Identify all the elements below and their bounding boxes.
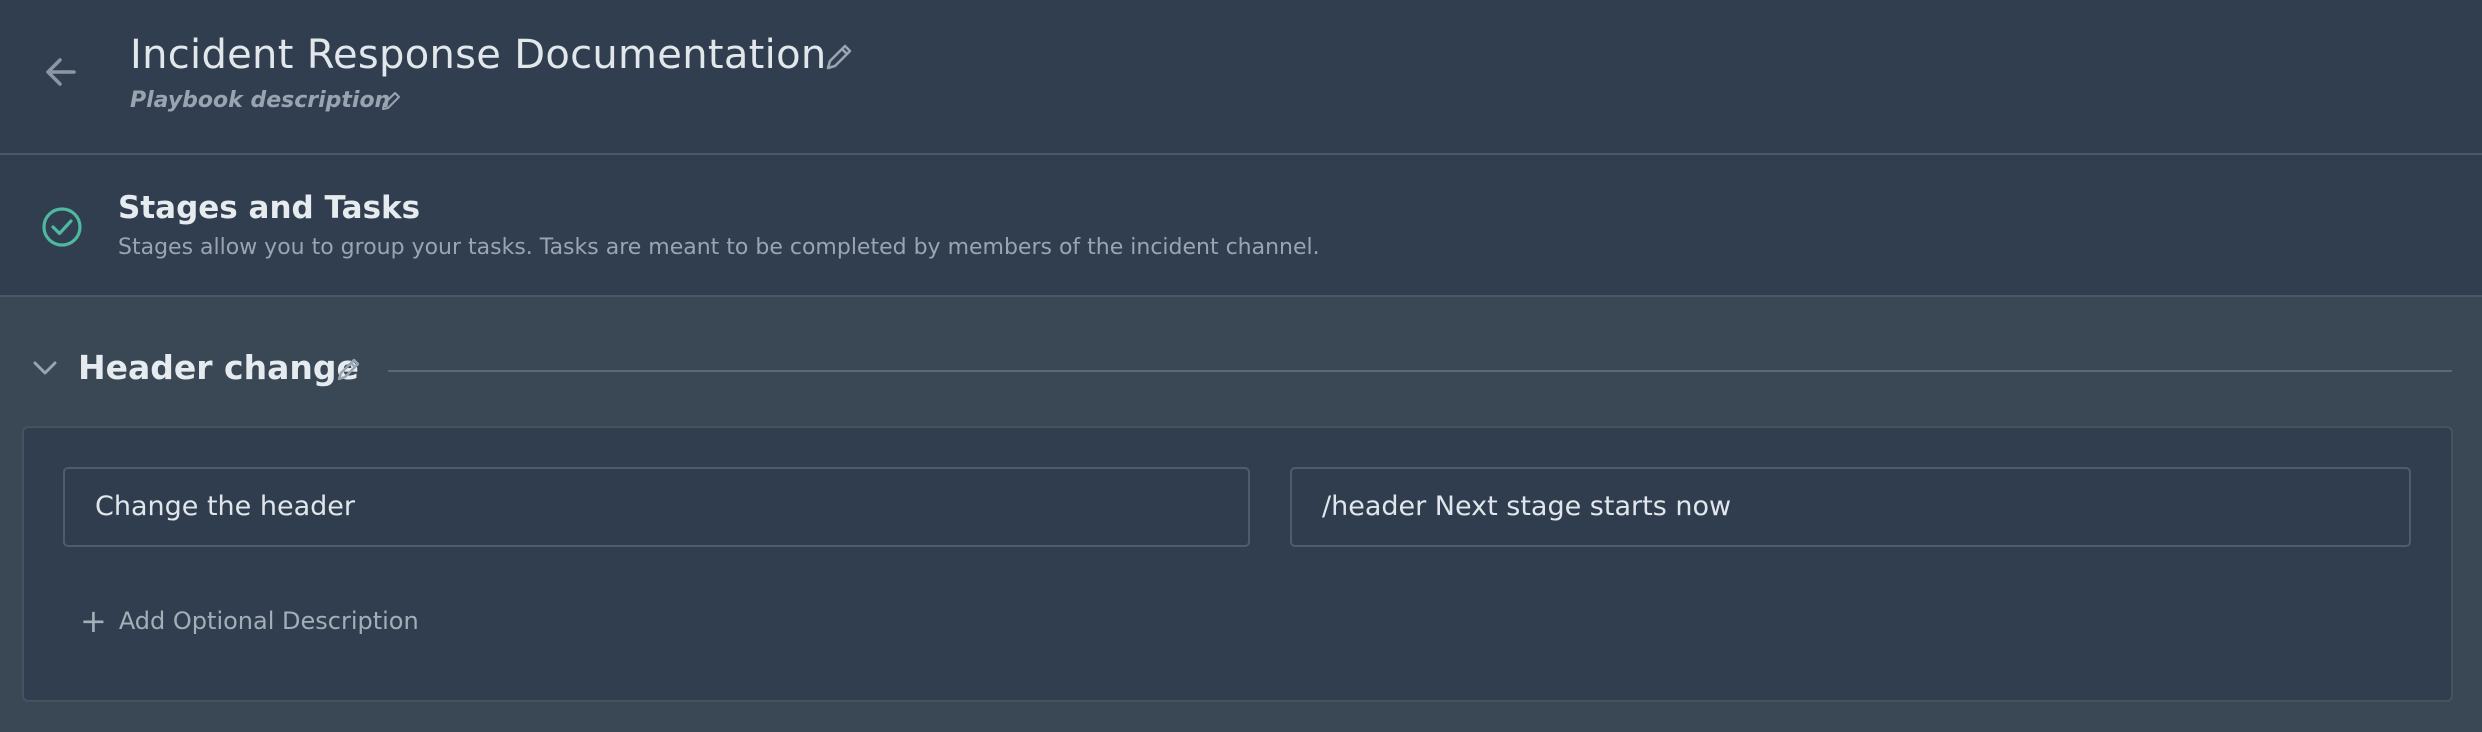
add-optional-description-button[interactable]: + Add Optional Description (80, 604, 419, 638)
edit-stage-pencil-icon[interactable] (334, 354, 364, 384)
plus-icon: + (80, 602, 107, 640)
stage-title[interactable]: Header change (78, 348, 359, 387)
task-command-input[interactable]: /header Next stage starts now (1290, 467, 2411, 547)
stages-tasks-section-header (0, 155, 2482, 297)
task-name-input[interactable]: Change the header (63, 467, 1250, 547)
stage-divider (388, 370, 2452, 372)
playbook-description[interactable]: Playbook description (130, 88, 390, 113)
playbook-title: Incident Response Documentation (130, 32, 827, 78)
check-circle-icon (42, 207, 82, 247)
back-arrow-icon[interactable] (40, 52, 80, 92)
edit-title-pencil-icon[interactable] (822, 40, 856, 74)
section-subtitle: Stages allow you to group your tasks. Ta… (118, 235, 1320, 260)
section-title: Stages and Tasks (118, 190, 421, 226)
collapse-stage-chevron-down-icon[interactable] (30, 353, 60, 383)
edit-description-pencil-icon[interactable] (380, 90, 402, 112)
add-description-label: Add Optional Description (118, 607, 419, 635)
